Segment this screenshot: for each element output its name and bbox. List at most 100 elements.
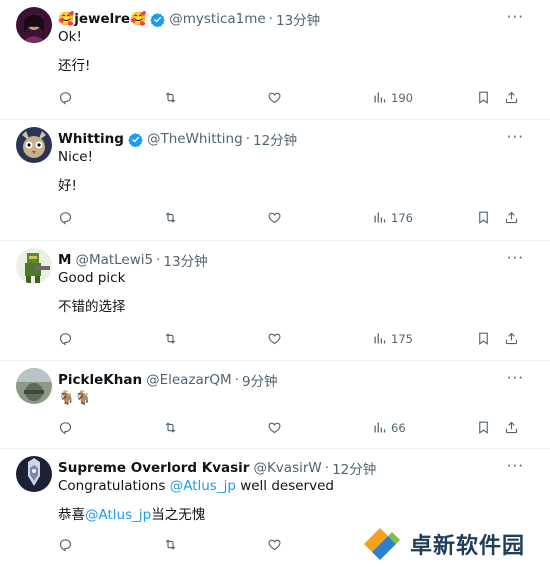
like-button[interactable]	[267, 210, 282, 225]
avatar[interactable]	[16, 127, 52, 163]
timestamp[interactable]: 12分钟	[253, 129, 297, 149]
bookmark-button[interactable]	[476, 210, 491, 225]
handle[interactable]: @EleazarQM	[146, 372, 232, 388]
separator-dot: ·	[234, 372, 239, 388]
bookmark-button[interactable]	[476, 331, 491, 346]
separator-dot: ·	[245, 131, 250, 147]
handle[interactable]: @KvasirW	[253, 460, 321, 476]
views-count: 175	[391, 331, 413, 346]
timestamp[interactable]: 9分钟	[242, 370, 278, 390]
like-button[interactable]	[267, 420, 282, 435]
handle[interactable]: @mystica1me	[169, 11, 265, 27]
heart-icon	[268, 212, 281, 224]
share-button[interactable]	[504, 331, 519, 346]
text-segment: 恭喜	[58, 507, 85, 523]
reply-button[interactable]	[58, 90, 73, 105]
bookmark-button[interactable]	[476, 90, 491, 105]
timestamp[interactable]: 12分钟	[332, 458, 376, 478]
more-options-icon[interactable]: ···	[507, 9, 524, 25]
display-name[interactable]: PickleKhan	[58, 372, 142, 388]
retweet-icon	[165, 422, 176, 433]
separator-dot: ·	[324, 460, 330, 476]
like-button[interactable]	[267, 331, 282, 346]
reply-button[interactable]	[58, 537, 73, 552]
reply-button[interactable]	[58, 420, 73, 435]
display-name[interactable]: jewelre	[74, 11, 130, 27]
share-button[interactable]	[504, 90, 519, 105]
display-name[interactable]: Supreme Overlord Kvasir	[58, 460, 249, 476]
views-button[interactable]: 190	[372, 90, 413, 105]
separator-dot: ·	[268, 11, 273, 27]
avatar[interactable]	[16, 248, 52, 284]
reply-icon	[59, 539, 72, 552]
retweet-button[interactable]	[163, 537, 178, 552]
like-button[interactable]	[267, 90, 282, 105]
views-chart-icon	[374, 422, 386, 433]
avatar[interactable]	[16, 7, 52, 43]
heart-icon	[268, 333, 281, 345]
tweet-text: 还行!	[58, 58, 91, 74]
watermark-logo-icon	[364, 527, 400, 560]
text-segment: 当之无愧	[151, 507, 206, 523]
retweet-button[interactable]	[163, 210, 178, 225]
reply-icon	[59, 333, 72, 346]
verified-badge-icon	[150, 12, 165, 27]
share-icon	[505, 421, 518, 434]
bookmark-icon	[479, 421, 488, 434]
like-button[interactable]	[267, 537, 282, 552]
timestamp[interactable]: 13分钟	[163, 250, 207, 270]
bookmark-icon	[479, 332, 488, 345]
bookmark-icon	[479, 211, 488, 224]
share-button[interactable]	[504, 420, 519, 435]
retweet-icon	[165, 539, 176, 550]
more-options-icon[interactable]: ···	[507, 250, 524, 266]
avatar[interactable]	[16, 368, 52, 404]
handle[interactable]: @MatLewi5	[75, 252, 153, 268]
views-chart-icon	[374, 333, 386, 344]
bookmark-icon	[479, 91, 488, 104]
display-name[interactable]: Whitting	[58, 131, 124, 147]
handle[interactable]: @TheWhitting	[147, 131, 243, 147]
more-options-icon[interactable]: ···	[507, 370, 524, 386]
views-chart-icon	[374, 92, 386, 103]
views-count: 190	[391, 90, 413, 105]
more-options-icon[interactable]: ···	[507, 458, 524, 474]
tweet-text: Ok!	[58, 29, 82, 45]
mention-link[interactable]: @Atlus_jp	[170, 478, 236, 494]
views-button[interactable]: 176	[372, 210, 413, 225]
watermark: 卓新软件园	[360, 520, 550, 567]
views-button[interactable]: 175	[372, 331, 413, 346]
heart-icon	[268, 422, 281, 434]
heart-icon	[268, 92, 281, 104]
tweet[interactable]: 🥰 jewelre 🥰 @mystica1me · 13分钟 ··· Ok! 还…	[0, 0, 550, 120]
retweet-button[interactable]	[163, 420, 178, 435]
views-count: 66	[391, 420, 406, 435]
reply-button[interactable]	[58, 210, 73, 225]
tweet[interactable]: Whitting @TheWhitting · 12分钟 ··· Nice! 好…	[0, 120, 550, 241]
reply-button[interactable]	[58, 331, 73, 346]
text-segment: well deserved	[235, 478, 334, 494]
bookmark-button[interactable]	[476, 420, 491, 435]
avatar[interactable]	[16, 456, 52, 492]
reply-icon	[59, 212, 72, 225]
share-icon	[505, 332, 518, 345]
retweet-button[interactable]	[163, 331, 178, 346]
tweet-text: 好!	[58, 178, 77, 194]
share-icon	[505, 211, 518, 224]
reply-icon	[59, 92, 72, 105]
retweet-button[interactable]	[163, 90, 178, 105]
share-button[interactable]	[504, 210, 519, 225]
reply-icon	[59, 422, 72, 435]
name-emoji: 🥰	[58, 11, 75, 27]
timestamp[interactable]: 13分钟	[276, 9, 320, 29]
verified-badge-icon	[128, 132, 143, 147]
tweet[interactable]: PickleKhan @EleazarQM · 9分钟 ··· 🐐🐐 66	[0, 361, 550, 449]
name-emoji: 🥰	[130, 11, 147, 27]
mention-link[interactable]: @Atlus_jp	[85, 507, 151, 523]
more-options-icon[interactable]: ···	[507, 129, 524, 145]
display-name[interactable]: M	[58, 252, 71, 268]
views-button[interactable]: 66	[372, 420, 406, 435]
tweet[interactable]: M @MatLewi5 · 13分钟 ··· Good pick 不错的选择 1…	[0, 241, 550, 361]
views-chart-icon	[374, 212, 386, 223]
share-icon	[505, 91, 518, 104]
